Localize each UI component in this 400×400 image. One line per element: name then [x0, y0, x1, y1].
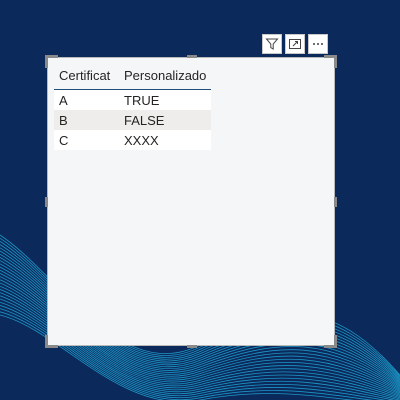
resize-handle-bottom[interactable]	[187, 345, 197, 348]
resize-handle-top[interactable]	[187, 55, 197, 58]
data-table: Certificat Personalizado A TRUE B FALSE …	[54, 64, 212, 150]
table-cell: B	[54, 110, 119, 130]
focus-mode-icon	[289, 39, 301, 49]
table-cell: XXXX	[119, 130, 212, 150]
table-row[interactable]: C XXXX	[54, 130, 212, 150]
resize-handle-right[interactable]	[334, 197, 337, 207]
visual-header-toolbar	[262, 34, 328, 56]
filter-button[interactable]	[262, 34, 282, 54]
table-header-row: Certificat Personalizado	[54, 64, 212, 90]
resize-handle-left[interactable]	[45, 197, 48, 207]
table-visual[interactable]: Certificat Personalizado A TRUE B FALSE …	[45, 55, 337, 348]
filter-icon	[265, 38, 279, 50]
table-cell: TRUE	[119, 89, 212, 110]
resize-handle-top-right[interactable]	[324, 55, 337, 68]
table-cell: C	[54, 130, 119, 150]
focus-mode-button[interactable]	[285, 34, 305, 54]
column-header-personalizado[interactable]: Personalizado	[119, 64, 212, 90]
resize-handle-bottom-right[interactable]	[324, 335, 337, 348]
table-row[interactable]: B FALSE	[54, 110, 212, 130]
column-header-certificat[interactable]: Certificat	[54, 64, 119, 90]
table-cell: A	[54, 89, 119, 110]
more-options-button[interactable]	[308, 34, 328, 54]
table-row[interactable]: A TRUE	[54, 89, 212, 110]
resize-handle-bottom-left[interactable]	[45, 335, 58, 348]
more-options-icon	[313, 43, 323, 45]
table-cell: FALSE	[119, 110, 212, 130]
